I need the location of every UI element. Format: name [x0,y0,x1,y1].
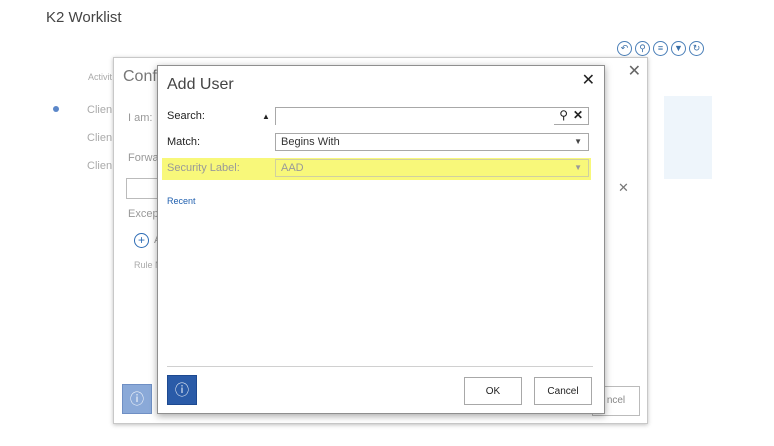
worklist-toolbar: ↶ ⚲ ≡ ▼ ↻ [617,41,704,56]
configure-dialog-title: Confi [123,68,161,85]
footer-divider [167,366,593,367]
clear-icon[interactable]: ✕ [618,180,629,196]
info-icon[interactable]: ⓘ [122,384,152,414]
dialog-title: Add User [167,76,234,93]
selected-row-indicator [53,106,59,112]
recent-link[interactable]: Recent [167,196,196,206]
search-label: Search: [167,110,205,122]
info-icon[interactable]: ⓘ [167,375,197,405]
refresh-icon[interactable]: ↻ [689,41,704,56]
security-label-select[interactable]: AAD ▼ [275,159,589,177]
chevron-down-icon[interactable]: ▼ [574,163,582,172]
forward-label: Forwa [128,152,159,164]
search-icon[interactable]: ⚲ [635,41,650,56]
side-panel [664,96,712,179]
match-label: Match: [167,136,201,148]
add-icon[interactable]: + [134,233,149,248]
activity-column-header: Activit [88,72,113,82]
security-label-label: Security Label: [167,162,240,174]
list-icon[interactable]: ≡ [653,41,668,56]
search-input[interactable] [276,110,554,126]
add-user-dialog: Add User ✕ Search: ▲ ⚲ ✕ Match: Begins W… [157,65,605,414]
sort-caret-icon[interactable]: ▲ [262,112,270,121]
list-item[interactable]: Clien [87,104,112,116]
match-select[interactable]: Begins With ▼ [275,133,589,151]
clear-icon[interactable]: ✕ [573,108,583,122]
match-value: Begins With [281,136,340,148]
filter-icon[interactable]: ▼ [671,41,686,56]
close-icon[interactable]: ✕ [582,70,595,90]
ok-button[interactable]: OK [464,377,522,405]
list-item[interactable]: Clien [87,132,112,144]
list-item[interactable]: Clien [87,160,112,172]
i-am-label: I am: [128,112,153,124]
chevron-down-icon[interactable]: ▼ [574,137,582,146]
back-icon[interactable]: ↶ [617,41,632,56]
cancel-button[interactable]: Cancel [534,377,592,405]
search-icon[interactable]: ⚲ [559,108,568,122]
page-title: K2 Worklist [46,9,122,26]
close-icon[interactable]: ✕ [628,61,641,81]
security-label-value: AAD [281,162,304,174]
search-field: ⚲ ✕ [275,107,589,126]
